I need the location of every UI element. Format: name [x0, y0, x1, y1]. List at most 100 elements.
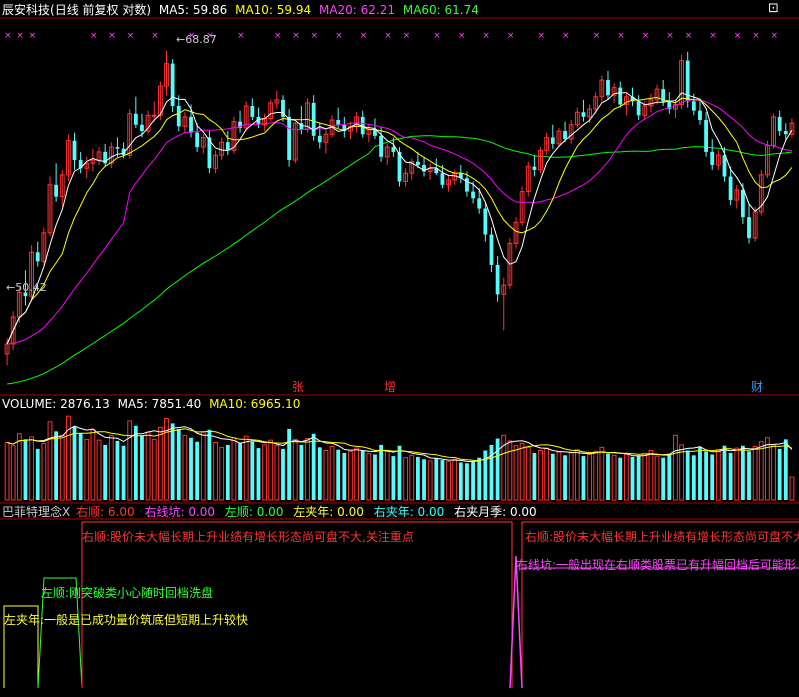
volume-bar-35	[219, 446, 225, 501]
volume-bar-38	[238, 443, 242, 500]
top-tick-mark-10: ×	[274, 31, 282, 41]
volume-bar-71	[440, 460, 445, 500]
volume-bar-14	[90, 429, 96, 501]
top-tick-mark-28: ×	[709, 31, 717, 41]
volume-bar-87	[538, 450, 543, 501]
volume-bar-109	[673, 434, 678, 501]
ma20-line	[7, 99, 792, 345]
top-tick-mark-2: ×	[29, 31, 37, 41]
volume-bar-83	[513, 445, 519, 501]
top-tick-mark-26: ×	[666, 31, 674, 41]
volume-bar-22	[140, 435, 144, 500]
volume-bar-89	[550, 453, 555, 500]
volume-bar-118	[728, 452, 733, 500]
volume-bar-112	[691, 455, 696, 500]
volume-bar-51	[317, 447, 322, 500]
candle-body-114	[704, 120, 708, 152]
volume-bar-63	[391, 456, 396, 500]
volume-bar-94	[581, 456, 586, 500]
volume-bar-41	[256, 448, 261, 500]
candle-body-126	[777, 116, 782, 132]
volume-bar-1	[10, 445, 16, 501]
volume-bar-40	[250, 441, 255, 500]
volume-bar-111	[685, 450, 690, 500]
ma60-readout: MA60: 61.74	[402, 3, 479, 17]
volume-bar-43	[268, 439, 274, 501]
volume-bar-92	[568, 452, 574, 501]
volume-bar-16	[103, 444, 108, 500]
volume-bar-126	[777, 448, 782, 500]
volume-bar-3	[23, 439, 28, 500]
volume-bar-107	[661, 457, 666, 500]
text-right-pit: 右线坑:一般出现在右顺类股票已有升幅回档后可能形	[516, 558, 797, 572]
volume-bar-119	[734, 447, 740, 501]
top-tick-mark-22: ×	[562, 31, 570, 41]
top-tick-mark-25: ×	[642, 31, 650, 41]
candle-body-67	[415, 161, 420, 165]
volume-bar-48	[299, 444, 304, 500]
top-tick-mark-6: ×	[151, 31, 159, 41]
indicator-name: 巴菲特理念X	[2, 505, 71, 519]
low-marker-value: 50.42	[15, 281, 47, 294]
event-marker-zhang[interactable]: 张	[292, 380, 304, 394]
volume-bar-82	[507, 440, 513, 501]
candle-body-103	[636, 101, 641, 116]
candle-body-76	[471, 191, 475, 199]
restore-icon[interactable]: ⊡	[768, 2, 779, 16]
top-tick-mark-23: ×	[593, 31, 601, 41]
volume-bar-125	[771, 444, 776, 501]
volume-bar-104	[642, 453, 648, 501]
candle-body-113	[698, 110, 702, 121]
indicator-right-jia: 右夹年: 0.00	[373, 505, 445, 519]
volume-bar-117	[722, 445, 727, 500]
top-tick-mark-5: ×	[127, 31, 135, 41]
candle-body-71	[440, 173, 445, 185]
top-tick-mark-16: ×	[403, 31, 411, 41]
volume-bar-30	[189, 437, 193, 500]
text-left-shun: 左顺:刚突破类小心随时回档洗盘	[41, 586, 214, 600]
volume-bar-90	[556, 451, 562, 501]
volume-bar-98	[606, 453, 610, 500]
volume-bar-59	[366, 453, 372, 501]
volume-bar-115	[710, 454, 715, 500]
volume-bar-76	[471, 460, 475, 500]
volume-bar-17	[108, 434, 114, 501]
kline-chart-screen[interactable]: × × × × × × × × × × × × × × × × × × × × × × × × × × × × × × × × 辰安科技(日线…	[0, 0, 799, 694]
ma5-readout: MA5: 59.86	[158, 3, 228, 17]
candle-body-28	[176, 105, 181, 127]
volume-bar-9	[59, 434, 65, 501]
volume-bar-73	[452, 458, 458, 501]
volume-bar-67	[415, 456, 420, 500]
text-left-jia: 左夹年:一般是已成功量价筑底但短期上升较快	[4, 613, 249, 627]
event-marker-zeng[interactable]: 增	[384, 380, 396, 394]
top-tick-mark-29: ×	[734, 31, 742, 41]
candle-body-11	[72, 140, 77, 161]
volume-bar-5	[35, 448, 40, 500]
volume-bar-32	[200, 431, 206, 501]
volume-bar-75	[465, 463, 469, 500]
top-tick-mark-3: ×	[90, 31, 98, 41]
candle-body-91	[563, 131, 567, 140]
volume-bar-64	[397, 445, 402, 500]
volume-bar-121	[747, 451, 751, 500]
top-tick-mark-0: ×	[4, 31, 12, 41]
volume-bar-44	[274, 445, 280, 501]
volume-bar-50	[311, 433, 316, 500]
top-tick-mark-4: ×	[108, 31, 116, 41]
ma20-readout: MA20: 62.21	[318, 3, 396, 17]
volume-bar-52	[323, 450, 329, 501]
volume-bar-56	[348, 450, 353, 501]
indicator-right-jia-season: 右夹月季: 0.00	[454, 505, 537, 519]
volume-bar-123	[758, 441, 764, 501]
top-tick-mark-12: ×	[311, 31, 319, 41]
volume-bar-120	[740, 445, 745, 500]
top-tick-mark-19: ×	[482, 31, 490, 41]
candle-body-79	[489, 234, 494, 265]
volume-ma5-readout: MA5: 7851.40	[117, 397, 202, 411]
volume-bar-102	[630, 456, 635, 500]
candle-body-80	[495, 264, 500, 295]
volume-bar-108	[667, 453, 672, 500]
event-marker-cai[interactable]: 财	[751, 380, 763, 394]
candle-body-121	[747, 217, 751, 239]
volume-bar-62	[384, 450, 390, 501]
